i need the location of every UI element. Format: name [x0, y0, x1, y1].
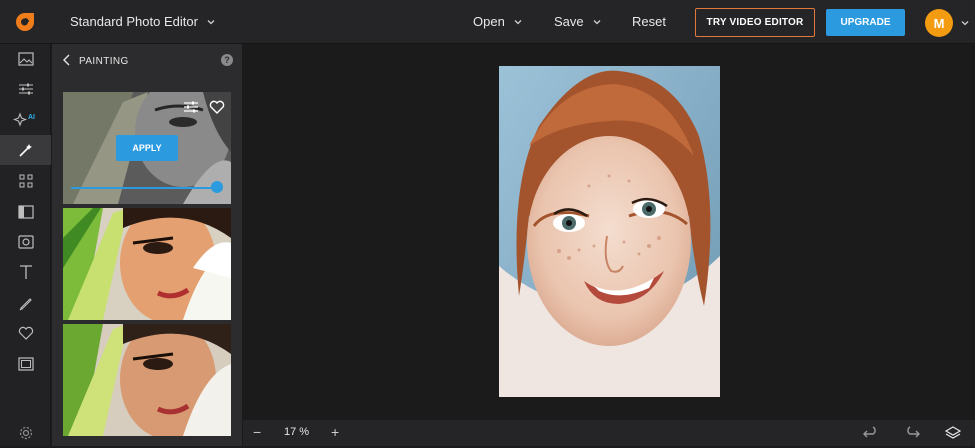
tool-ai[interactable]: AI [0, 104, 51, 134]
ai-sparkle-icon: AI [12, 112, 35, 127]
tool-frames[interactable] [0, 197, 51, 227]
painted-portrait-image [499, 66, 720, 397]
tool-effects[interactable] [0, 135, 51, 165]
bottom-bar: − 17 % + [243, 420, 975, 446]
zoom-level: 17 % [284, 426, 310, 438]
heart-icon[interactable] [209, 100, 225, 114]
image-icon [17, 52, 34, 66]
grid-icon [19, 174, 32, 188]
logo-icon[interactable] [14, 11, 36, 33]
chevron-down-icon [514, 19, 522, 24]
layers-icon[interactable] [945, 425, 961, 441]
adjust-sliders-icon[interactable] [183, 100, 199, 114]
svg-text:AI: AI [28, 114, 35, 121]
effect-thumbnail[interactable] [63, 208, 231, 320]
effects-panel: PAINTING ? APPLY [52, 44, 242, 446]
avatar[interactable]: M [925, 9, 953, 37]
open-menu[interactable]: Open [473, 14, 523, 29]
redo-icon[interactable] [904, 426, 920, 440]
upgrade-button[interactable]: UPGRADE [826, 9, 905, 36]
effect-preview-image [63, 208, 231, 320]
tool-collage[interactable] [0, 166, 51, 196]
strength-slider-handle[interactable] [211, 181, 223, 193]
chevron-down-icon [207, 19, 215, 24]
help-icon[interactable]: ? [221, 54, 233, 66]
tool-borders[interactable] [0, 349, 51, 379]
settings-icon [19, 426, 32, 440]
effect-preview-image [63, 324, 231, 436]
save-label: Save [554, 14, 584, 29]
tool-text[interactable] [0, 257, 51, 287]
top-bar: Standard Photo Editor Open Save Reset TR… [0, 0, 975, 44]
tool-favorites[interactable] [0, 318, 51, 348]
chevron-down-icon[interactable] [960, 18, 970, 28]
editor-type-dropdown[interactable]: Standard Photo Editor [70, 14, 216, 29]
reset-label: Reset [632, 14, 666, 29]
canvas-area[interactable] [243, 44, 975, 420]
adjust-sliders-icon [18, 83, 33, 95]
tool-shapes[interactable] [0, 227, 51, 257]
open-label: Open [473, 14, 505, 29]
reset-button[interactable]: Reset [632, 14, 666, 29]
frame-icon [17, 205, 34, 219]
text-icon [19, 265, 32, 279]
apply-button[interactable]: APPLY [116, 135, 178, 161]
tool-rail: AI [0, 44, 51, 446]
brush-icon [19, 298, 32, 311]
save-menu[interactable]: Save [554, 14, 602, 29]
effect-thumbnail[interactable] [63, 324, 231, 436]
border-icon [17, 357, 34, 371]
magic-wand-icon [18, 144, 32, 157]
shape-icon [17, 235, 34, 249]
zoom-in-button[interactable]: + [331, 424, 339, 440]
zoom-out-button[interactable]: − [253, 424, 261, 440]
undo-icon[interactable] [863, 426, 879, 440]
tool-adjust[interactable] [0, 74, 51, 104]
tool-image[interactable] [0, 44, 51, 74]
back-arrow-icon[interactable] [62, 54, 72, 66]
chevron-down-icon [593, 19, 601, 24]
tool-settings[interactable] [0, 418, 51, 448]
try-video-editor-button[interactable]: TRY VIDEO EDITOR [695, 8, 815, 37]
edited-photo[interactable] [499, 66, 720, 397]
effect-thumbnail-selected[interactable]: APPLY [63, 92, 231, 204]
heart-icon [18, 326, 33, 340]
tool-draw[interactable] [0, 288, 51, 318]
thumbnail-actions [183, 100, 225, 114]
editor-type-label: Standard Photo Editor [70, 14, 198, 29]
panel-title: PAINTING [79, 56, 129, 67]
strength-slider-track[interactable] [71, 187, 217, 189]
